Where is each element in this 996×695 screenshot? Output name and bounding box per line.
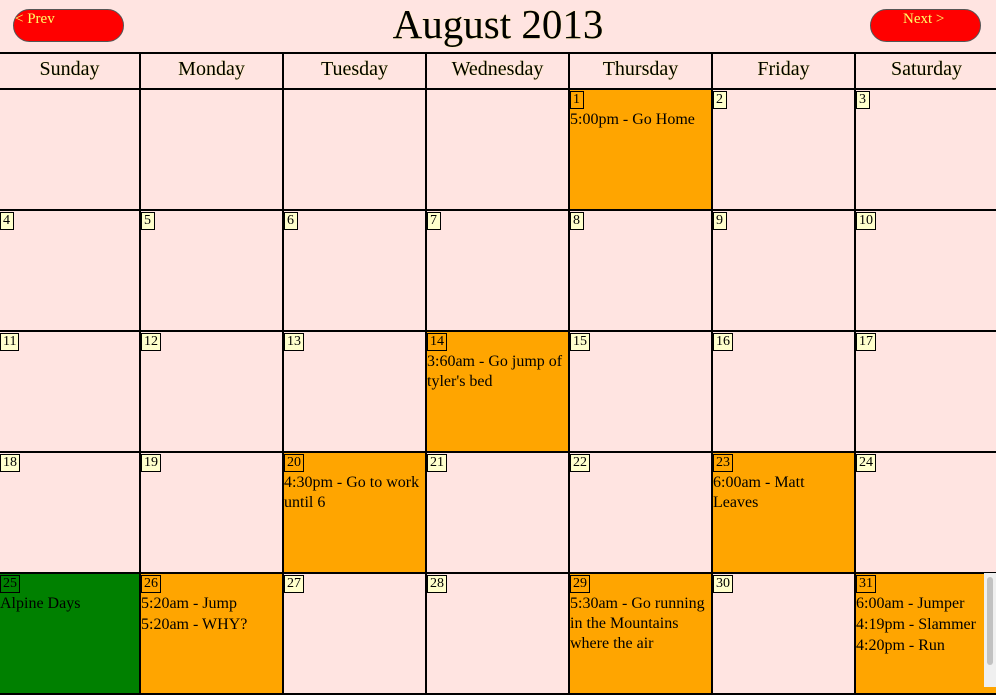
day-cell[interactable]: 15 (570, 332, 713, 453)
day-number: 18 (0, 454, 20, 472)
day-cell[interactable]: 20 4:30pm - Go to work until 6 (284, 453, 427, 574)
day-number: 17 (856, 333, 876, 351)
weekday-header-wednesday: Wednesday (427, 54, 570, 90)
day-cell[interactable]: 16 (713, 332, 856, 453)
day-number: 21 (427, 454, 447, 472)
day-number: 1 (570, 91, 584, 109)
day-cell[interactable]: 7 (427, 211, 570, 332)
day-number: 26 (141, 575, 161, 593)
calendar-event[interactable]: Alpine Days (0, 594, 139, 614)
day-number: 11 (0, 333, 20, 351)
day-cell[interactable]: 6 (284, 211, 427, 332)
day-cell[interactable]: 22 (570, 453, 713, 574)
day-number: 6 (284, 212, 298, 230)
day-cell[interactable]: 12 (141, 332, 284, 453)
day-number: 19 (141, 454, 161, 472)
month-title: August 2013 (392, 1, 604, 47)
day-cell[interactable]: 2 (713, 90, 856, 211)
empty-day-cell (141, 90, 284, 211)
calendar-event[interactable]: 4:19pm - Slammer (856, 615, 996, 635)
day-cell[interactable]: 23 6:00am - Matt Leaves (713, 453, 856, 574)
day-cell[interactable]: 5 (141, 211, 284, 332)
day-cell[interactable]: 29 5:30am - Go running in the Mountains w… (570, 574, 713, 695)
weekday-header-sunday: Sunday (0, 54, 141, 90)
calendar-event[interactable]: 5:20am - WHY? (141, 615, 282, 635)
day-number: 20 (284, 454, 304, 472)
day-cell[interactable]: 27 (284, 574, 427, 695)
day-cell[interactable]: 25 Alpine Days (0, 574, 141, 695)
day-number: 3 (856, 91, 870, 109)
day-cell[interactable]: 21 (427, 453, 570, 574)
vertical-scrollbar[interactable] (984, 573, 996, 687)
weekday-header-friday: Friday (713, 54, 856, 90)
day-number: 24 (856, 454, 876, 472)
day-cell[interactable]: 28 (427, 574, 570, 695)
day-number: 22 (570, 454, 590, 472)
day-cell[interactable]: 26 5:20am - Jump 5:20am - WHY? (141, 574, 284, 695)
day-number: 9 (713, 212, 727, 230)
calendar-event[interactable]: 3:60am - Go jump of tyler's bed (427, 352, 568, 392)
empty-day-cell (427, 90, 570, 211)
day-number: 14 (427, 333, 447, 351)
day-number: 31 (856, 575, 876, 593)
calendar-grid: Sunday Monday Tuesday Wednesday Thursday… (0, 52, 996, 695)
weekday-header-saturday: Saturday (856, 54, 996, 90)
calendar-event[interactable]: 6:00am - Matt Leaves (713, 473, 854, 513)
day-cell[interactable]: 3 (856, 90, 996, 211)
day-number: 28 (427, 575, 447, 593)
calendar-event[interactable]: 5:20am - Jump (141, 594, 282, 614)
day-number: 25 (0, 575, 20, 593)
day-number: 10 (856, 212, 876, 230)
day-cell[interactable]: 17 (856, 332, 996, 453)
day-number: 2 (713, 91, 727, 109)
day-cell[interactable]: 13 (284, 332, 427, 453)
day-number: 23 (713, 454, 733, 472)
scrollbar-thumb[interactable] (987, 577, 993, 665)
day-cell[interactable]: 4 (0, 211, 141, 332)
empty-day-cell (284, 90, 427, 211)
day-cell[interactable]: 14 3:60am - Go jump of tyler's bed (427, 332, 570, 453)
day-number: 29 (570, 575, 590, 593)
day-cell[interactable]: 10 (856, 211, 996, 332)
next-month-button[interactable]: Next > (870, 9, 981, 42)
day-cell[interactable]: 30 (713, 574, 856, 695)
day-number: 4 (0, 212, 14, 230)
day-number: 5 (141, 212, 155, 230)
day-number: 27 (284, 575, 304, 593)
empty-day-cell (0, 90, 141, 211)
day-cell[interactable]: 8 (570, 211, 713, 332)
day-cell[interactable]: 9 (713, 211, 856, 332)
day-cell[interactable]: 31 6:00am - Jumper 4:19pm - Slammer 4:20pm … (856, 574, 996, 695)
day-number: 13 (284, 333, 304, 351)
calendar-event[interactable]: 5:30am - Go running in the Mountains whe… (570, 594, 711, 654)
day-number: 7 (427, 212, 441, 230)
weekday-header-tuesday: Tuesday (284, 54, 427, 90)
day-cell[interactable]: 11 (0, 332, 141, 453)
day-number: 15 (570, 333, 590, 351)
weekday-header-thursday: Thursday (570, 54, 713, 90)
calendar-event[interactable]: 4:20pm - Run (856, 636, 996, 656)
day-number: 12 (141, 333, 161, 351)
day-cell[interactable]: 24 (856, 453, 996, 574)
day-number: 16 (713, 333, 733, 351)
day-number: 30 (713, 575, 733, 593)
calendar-event[interactable]: 4:30pm - Go to work until 6 (284, 473, 425, 513)
weekday-header-monday: Monday (141, 54, 284, 90)
calendar-event[interactable]: 5:00pm - Go Home (570, 110, 711, 130)
calendar-event[interactable]: 6:00am - Jumper (856, 594, 996, 614)
day-cell[interactable]: 18 (0, 453, 141, 574)
day-number: 8 (570, 212, 584, 230)
day-cell[interactable]: 19 (141, 453, 284, 574)
day-cell[interactable]: 1 5:00pm - Go Home (570, 90, 713, 211)
